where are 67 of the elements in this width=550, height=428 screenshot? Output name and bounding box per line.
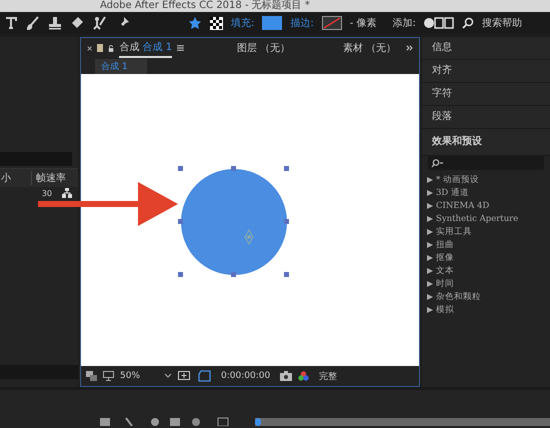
effect-category[interactable]: 抠像 [436, 252, 454, 264]
effect-category[interactable]: 实用工具 [436, 226, 472, 238]
column-header[interactable]: 小 [1, 171, 23, 185]
effect-category[interactable]: * 动画预设 [436, 174, 479, 186]
effect-category[interactable]: 3D 通道 [436, 186, 469, 198]
color-label-icon [97, 44, 104, 52]
effect-category[interactable]: Synthetic Aperture [436, 214, 518, 224]
disclosure-triangle-icon[interactable] [427, 216, 433, 222]
timecode[interactable]: 0:00:00:00 [221, 371, 270, 381]
resolution-dropdown[interactable]: 完整 [319, 370, 338, 382]
disclosure-triangle-icon[interactable] [427, 268, 433, 274]
zoom-dropdown[interactable]: 50% [120, 371, 158, 381]
brush-icon[interactable] [26, 16, 40, 30]
stroke-label: 描边: [290, 16, 314, 30]
disclosure-triangle-icon[interactable] [427, 190, 433, 196]
fill-swatch[interactable] [262, 16, 282, 30]
search-help-field[interactable]: 搜索帮助 [482, 16, 522, 30]
monitor-icon[interactable] [103, 371, 114, 381]
star-icon[interactable] [188, 16, 202, 30]
checker-icon[interactable] [210, 16, 223, 30]
frame-icon[interactable] [178, 370, 190, 382]
mask-icon[interactable] [198, 370, 211, 382]
disclosure-triangle-icon[interactable] [427, 202, 433, 208]
fill-label: 填充: [231, 16, 254, 30]
disclosure-triangle-icon[interactable] [427, 294, 433, 300]
stroke-swatch[interactable] [322, 16, 342, 30]
panel-header[interactable]: 段落 [422, 106, 550, 129]
options-icon[interactable] [424, 17, 454, 29]
disclosure-triangle-icon[interactable] [427, 228, 433, 234]
puppet-tool-icon[interactable] [92, 16, 108, 30]
search-icon [431, 158, 443, 168]
lock-icon[interactable] [108, 44, 114, 52]
panel-tab[interactable]: 图层 （无） [236, 39, 290, 57]
disclosure-triangle-icon[interactable] [427, 242, 433, 248]
effect-category[interactable]: 杂色和颗粒 [436, 290, 481, 302]
panel-header[interactable]: 信息 [422, 37, 550, 60]
disclosure-triangle-icon[interactable] [427, 280, 433, 286]
panel-header[interactable]: 对齐 [422, 60, 550, 83]
channels-icon[interactable] [298, 370, 310, 382]
effect-category[interactable]: 时间 [436, 278, 454, 290]
menu-icon[interactable] [177, 44, 184, 52]
chevron-down-icon[interactable] [164, 373, 172, 379]
effects-search-field[interactable] [428, 156, 544, 170]
layers-icon[interactable] [86, 371, 97, 381]
effect-category[interactable]: CINEMA 4D [436, 200, 490, 210]
stamp-icon[interactable] [48, 16, 62, 30]
frame-rate-cell: 30 [42, 188, 52, 198]
text-tool-icon[interactable] [4, 16, 18, 30]
add-label: 添加: [392, 16, 416, 30]
panel-header[interactable]: 字符 [422, 83, 550, 106]
effect-category[interactable]: 模拟 [436, 304, 454, 316]
camera-icon[interactable] [280, 371, 292, 381]
close-icon[interactable] [87, 44, 92, 52]
double-chevron-icon[interactable] [406, 44, 414, 52]
effect-category[interactable]: 文本 [436, 264, 454, 276]
column-header[interactable]: 帧速率 [31, 171, 66, 185]
breadcrumb-tab[interactable]: 合成 1 [95, 58, 147, 74]
hierarchy-icon [62, 188, 72, 198]
window-title: Adobe After Effects CC 2018 - 无标题项目 * [100, 0, 310, 11]
panel-tab[interactable]: 素材 （无） [343, 39, 396, 57]
disclosure-triangle-icon[interactable] [427, 254, 433, 260]
effect-category[interactable]: 扭曲 [436, 238, 454, 250]
stroke-unit: - 像素 [350, 16, 377, 30]
search-icon[interactable] [462, 17, 474, 29]
panel-header[interactable]: 效果和预设 [422, 129, 550, 156]
disclosure-triangle-icon[interactable] [427, 176, 433, 182]
disclosure-triangle-icon[interactable] [427, 306, 433, 312]
